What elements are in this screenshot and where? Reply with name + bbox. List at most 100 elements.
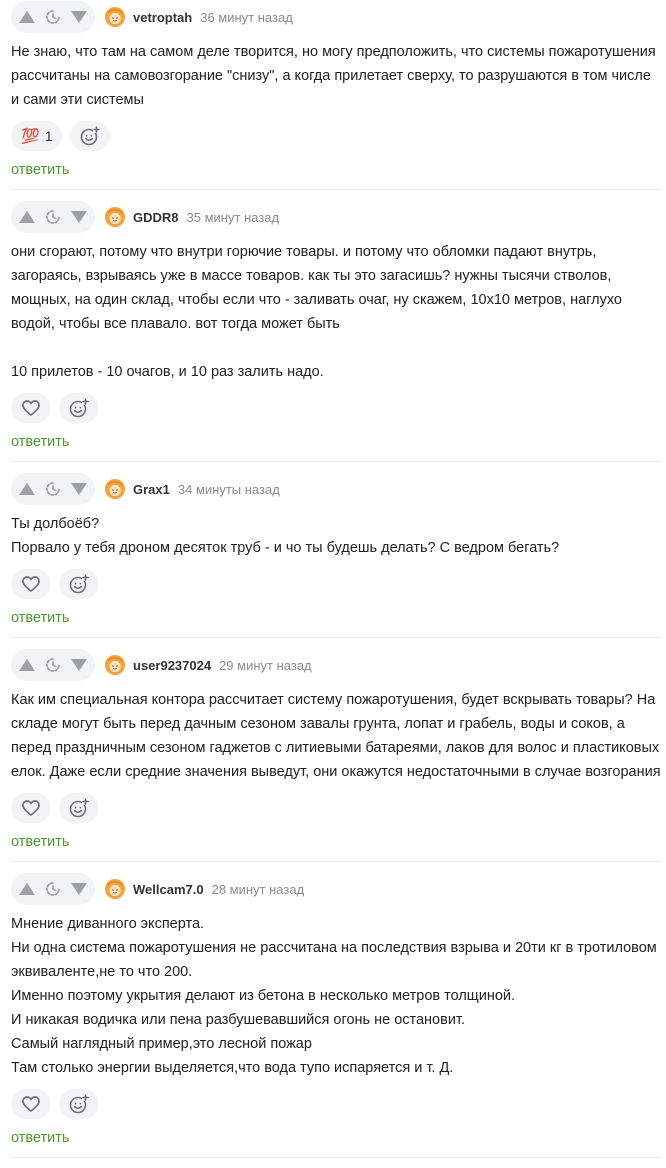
reply-link[interactable]: ответить bbox=[11, 832, 69, 852]
comment-header: vetroptah 36 минут назад bbox=[11, 0, 662, 34]
reaction-hundred[interactable]: 💯 1 bbox=[11, 121, 63, 151]
comment-header: GDDR8 35 минут назад bbox=[11, 200, 662, 234]
divider bbox=[11, 637, 662, 638]
add-emoji-icon bbox=[69, 1094, 89, 1114]
like-button[interactable] bbox=[11, 1089, 51, 1119]
downvote-icon[interactable] bbox=[69, 879, 89, 899]
comment-body: Ты долбоёб? Порвало у тебя дроном десяток… bbox=[11, 512, 662, 560]
comment-header: Grax1 34 минуты назад bbox=[11, 472, 662, 506]
comment: vetroptah 36 минут назад Не знаю, что там … bbox=[0, 0, 666, 190]
downvote-icon[interactable] bbox=[69, 7, 89, 27]
comment-text: 10 прилетов - 10 очагов, и 10 раз залить… bbox=[11, 364, 324, 380]
comment-body: Не знаю, что там на самом деле творится,… bbox=[11, 40, 662, 112]
divider bbox=[11, 461, 662, 462]
add-emoji-icon bbox=[69, 798, 89, 818]
username[interactable]: Grax1 bbox=[133, 482, 170, 497]
add-reaction-button[interactable] bbox=[70, 121, 111, 151]
downvote-icon[interactable] bbox=[69, 655, 89, 675]
vote-controls bbox=[11, 873, 95, 905]
downvote-icon[interactable] bbox=[69, 207, 89, 227]
vote-controls bbox=[11, 473, 95, 505]
upvote-icon[interactable] bbox=[17, 7, 37, 27]
comment-body: Мнение диванного эксперта. Ни одна систем… bbox=[11, 912, 662, 1080]
vote-controls bbox=[11, 1, 95, 33]
avatar[interactable] bbox=[105, 7, 125, 27]
comment: user9237024 29 минут назад Как им специаль… bbox=[0, 648, 666, 862]
upvote-icon[interactable] bbox=[17, 655, 37, 675]
comment-body: они сгорают, потому что внутри горючие т… bbox=[11, 240, 662, 384]
reactions-bar bbox=[11, 793, 662, 823]
upvote-icon[interactable] bbox=[17, 879, 37, 899]
reactions-bar bbox=[11, 1089, 662, 1119]
comment-text: Мнение диванного эксперта. bbox=[11, 916, 205, 932]
comment: Wellcam7.0 28 минут назад Мнение диванного… bbox=[0, 872, 666, 1158]
reply-link[interactable]: ответить bbox=[11, 1128, 69, 1148]
add-emoji-icon bbox=[69, 574, 89, 594]
timestamp[interactable]: 34 минуты назад bbox=[178, 482, 280, 497]
reply-link[interactable]: ответить bbox=[11, 608, 69, 628]
add-reaction-button[interactable] bbox=[59, 1089, 99, 1119]
add-reaction-button[interactable] bbox=[59, 793, 99, 823]
downvote-icon[interactable] bbox=[69, 479, 89, 499]
comment-text: они сгорают, потому что внутри горючие т… bbox=[11, 244, 622, 332]
heart-icon bbox=[22, 400, 40, 416]
upvote-icon[interactable] bbox=[17, 479, 37, 499]
comment-body: Как им специальная контора рассчитает си… bbox=[11, 688, 662, 784]
comment-feed: vetroptah 36 минут назад Не знаю, что там … bbox=[0, 0, 666, 1168]
username[interactable]: vetroptah bbox=[133, 10, 192, 25]
divider bbox=[11, 1157, 662, 1158]
divider bbox=[11, 189, 662, 190]
save-icon[interactable] bbox=[43, 879, 63, 899]
reactions-bar bbox=[11, 569, 662, 599]
vote-controls bbox=[11, 201, 95, 233]
username[interactable]: GDDR8 bbox=[133, 210, 179, 225]
avatar[interactable] bbox=[105, 879, 125, 899]
like-button[interactable] bbox=[11, 393, 51, 423]
comment: Grax1 34 минуты назад Ты долбоёб? Порвало у… bbox=[0, 472, 666, 638]
heart-icon bbox=[22, 800, 40, 816]
timestamp[interactable]: 29 минут назад bbox=[219, 658, 312, 673]
save-icon[interactable] bbox=[43, 479, 63, 499]
avatar[interactable] bbox=[105, 207, 125, 227]
username[interactable]: Wellcam7.0 bbox=[133, 882, 204, 897]
like-button[interactable] bbox=[11, 569, 51, 599]
comment-text: Ты долбоёб? bbox=[11, 516, 100, 532]
add-emoji-icon bbox=[80, 126, 101, 146]
comment-text: И никакая водичка или пена разбушевавший… bbox=[11, 1012, 465, 1028]
comment-text: Именно поэтому укрытия делают из бетона … bbox=[11, 988, 516, 1004]
divider bbox=[11, 861, 662, 862]
add-emoji-icon bbox=[69, 398, 89, 418]
heart-icon bbox=[22, 576, 40, 592]
reactions-bar: 💯 1 bbox=[11, 121, 662, 151]
hundred-emoji-icon: 💯 bbox=[21, 128, 40, 145]
comment-text: Там столько энергии выделяется,что вода … bbox=[11, 1060, 454, 1076]
timestamp[interactable]: 36 минут назад bbox=[200, 10, 293, 25]
comment-text: Самый наглядный пример,это лесной пожар bbox=[11, 1036, 312, 1052]
reactions-bar bbox=[11, 393, 662, 423]
comment-text: Как им специальная контора рассчитает си… bbox=[11, 692, 661, 780]
like-button[interactable] bbox=[11, 793, 51, 823]
save-icon[interactable] bbox=[43, 655, 63, 675]
avatar[interactable] bbox=[105, 479, 125, 499]
comment-text: Не знаю, что там на самом деле творится,… bbox=[11, 44, 656, 108]
comment-header: Wellcam7.0 28 минут назад bbox=[11, 872, 662, 906]
save-icon[interactable] bbox=[43, 7, 63, 27]
heart-icon bbox=[22, 1096, 40, 1112]
comment: GDDR8 35 минут назад они сгорают, потому ч… bbox=[0, 200, 666, 462]
avatar[interactable] bbox=[105, 655, 125, 675]
timestamp[interactable]: 35 минут назад bbox=[187, 210, 280, 225]
username[interactable]: user9237024 bbox=[133, 658, 211, 673]
reply-link[interactable]: ответить bbox=[11, 432, 69, 452]
timestamp[interactable]: 28 минут назад bbox=[212, 882, 305, 897]
comment-text: Ни одна система пожаротушения не рассчит… bbox=[11, 940, 657, 980]
add-reaction-button[interactable] bbox=[59, 393, 99, 423]
save-icon[interactable] bbox=[43, 207, 63, 227]
reaction-count: 1 bbox=[44, 128, 53, 144]
vote-controls bbox=[11, 649, 95, 681]
upvote-icon[interactable] bbox=[17, 207, 37, 227]
comment-header: user9237024 29 минут назад bbox=[11, 648, 662, 682]
comment-text: Порвало у тебя дроном десяток труб - и ч… bbox=[11, 540, 560, 556]
reply-link[interactable]: ответить bbox=[11, 160, 69, 180]
add-reaction-button[interactable] bbox=[59, 569, 99, 599]
